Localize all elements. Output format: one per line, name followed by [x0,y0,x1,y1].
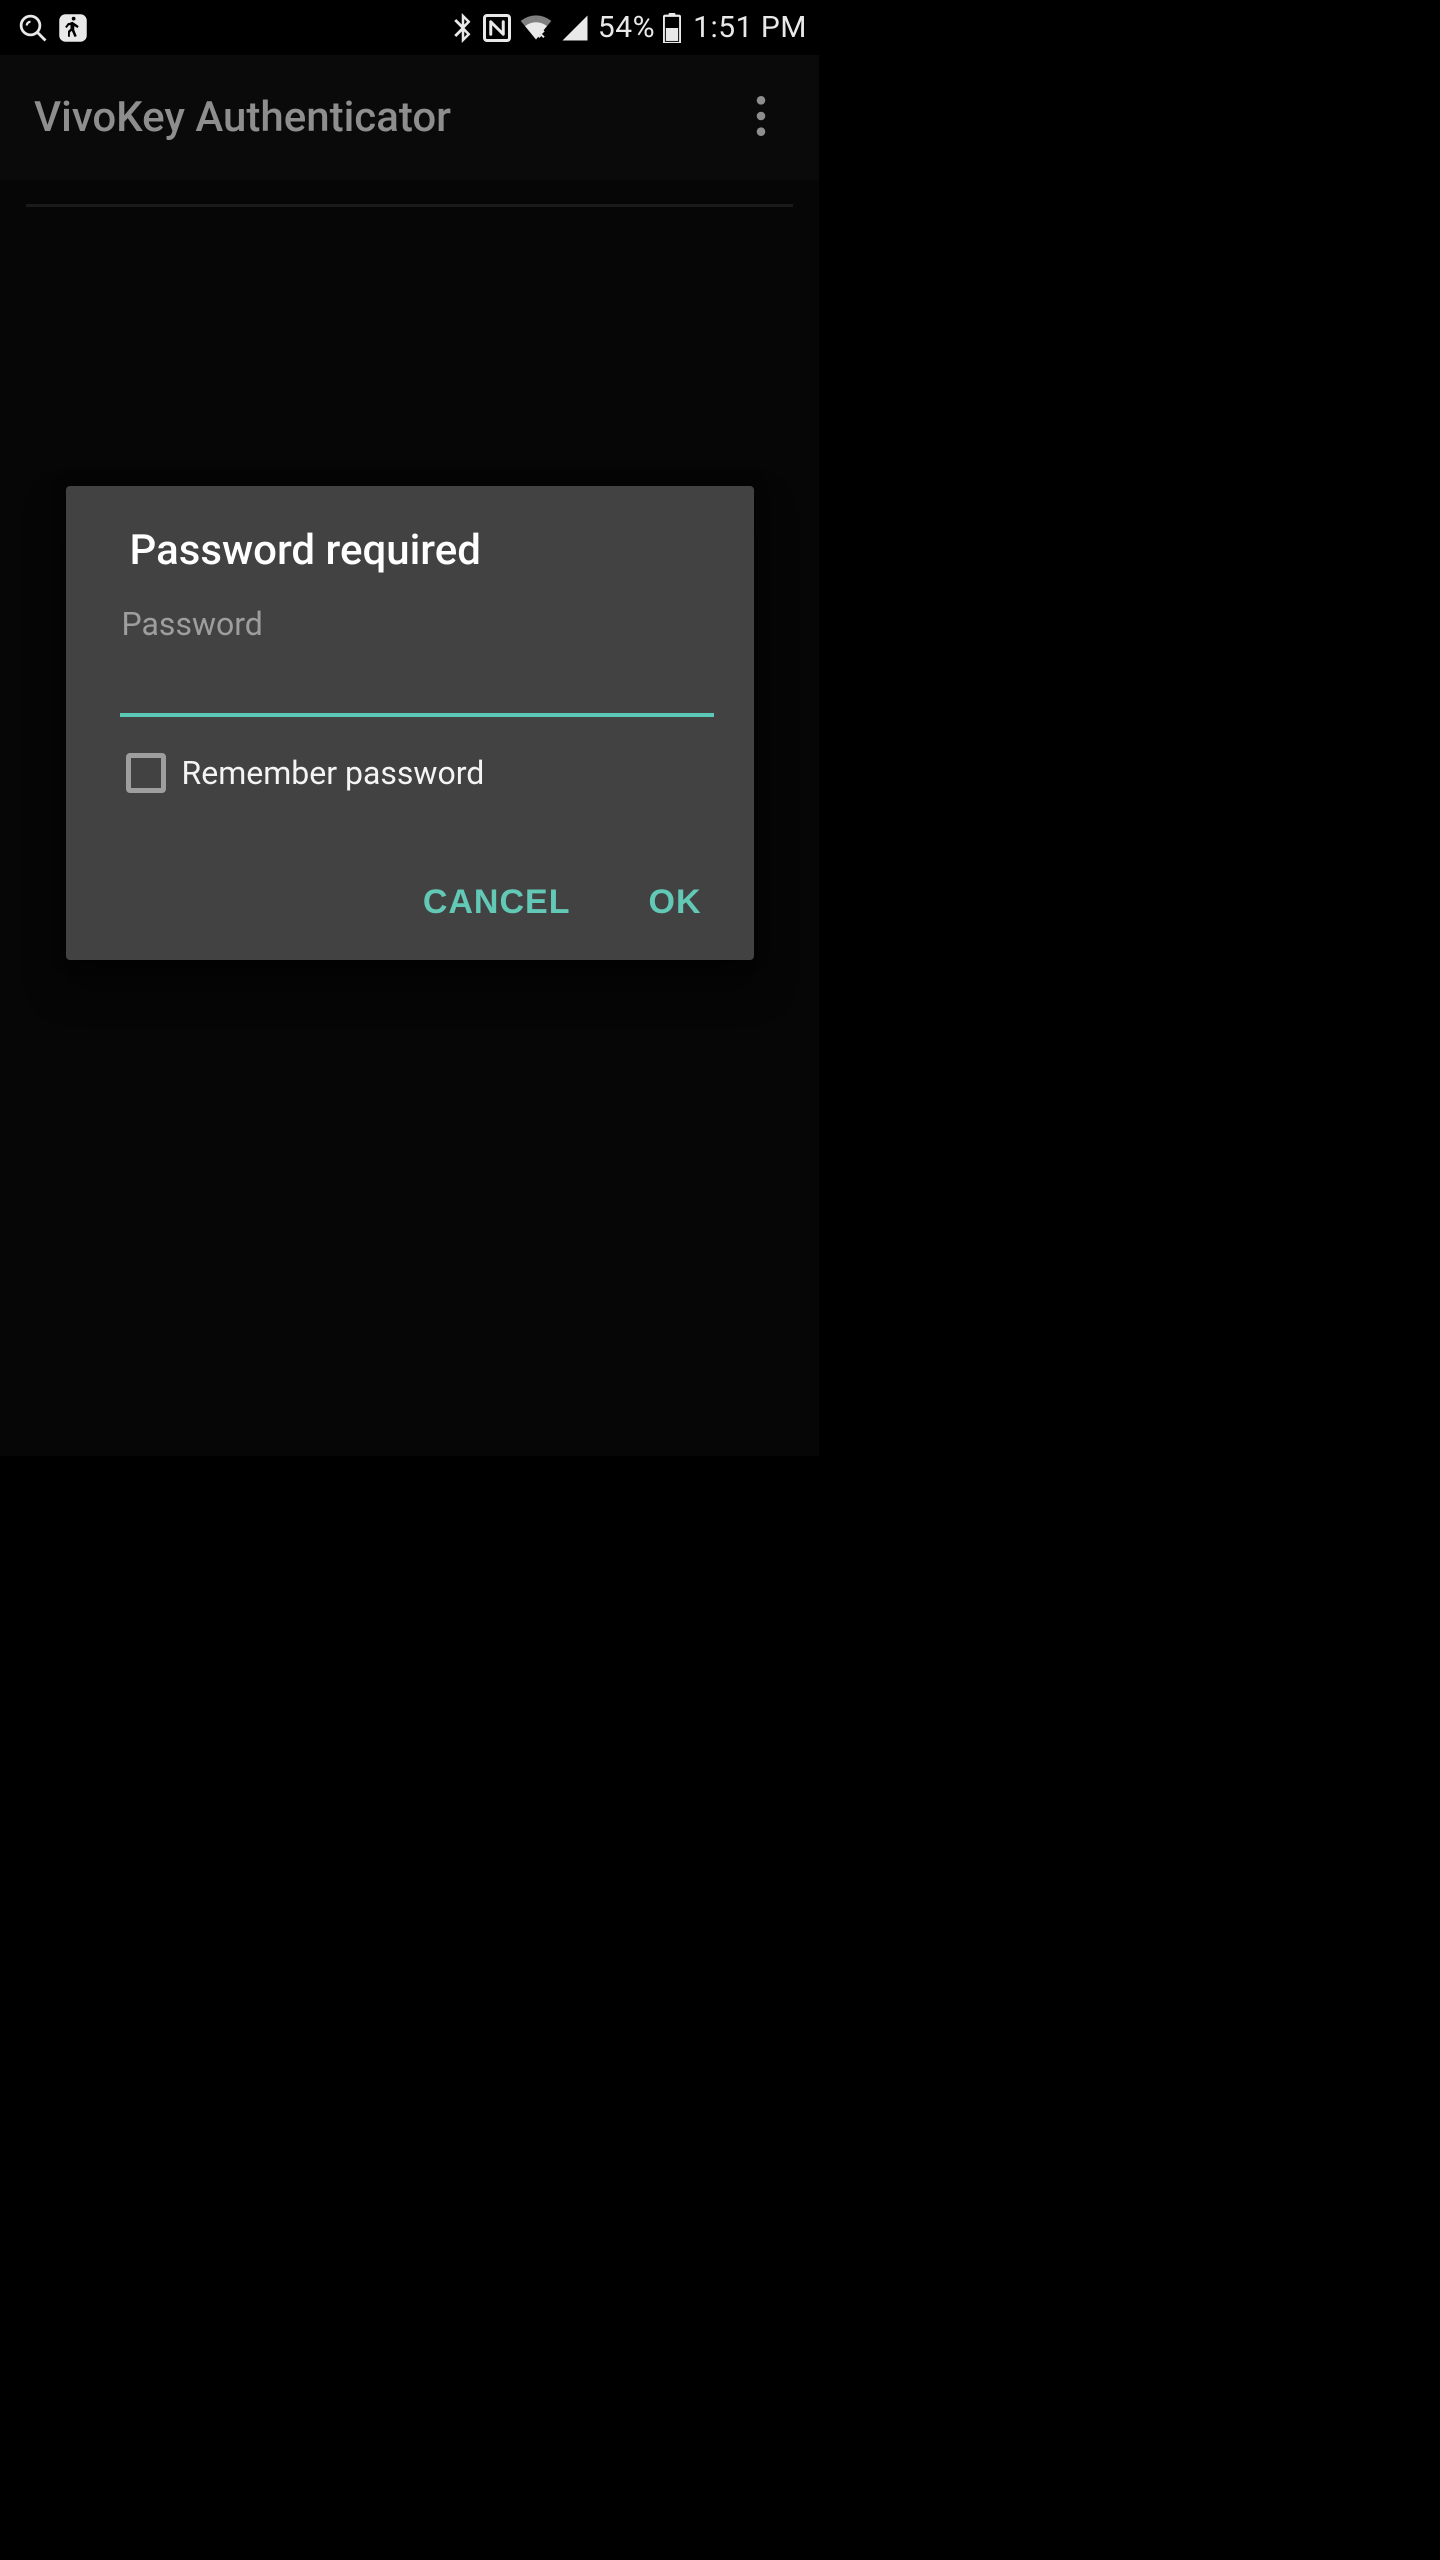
ok-button[interactable]: OK [649,883,702,922]
more-vert-icon [756,96,766,139]
password-input[interactable] [120,647,714,717]
status-bar-left [18,13,88,43]
overflow-menu-button[interactable] [737,94,785,142]
password-dialog: Password required Password Remember pass… [66,486,754,960]
app-bar: VivoKey Authenticator [0,55,819,180]
wifi-icon [520,13,552,43]
app-title: VivoKey Authenticator [34,93,451,142]
remember-password-label: Remember password [182,754,485,792]
modal-overlay: Password required Password Remember pass… [0,180,819,1456]
status-bar: 54% 1:51 PM [0,0,819,55]
battery-icon [663,13,681,43]
nfc-icon [482,13,512,43]
checkbox-icon[interactable] [126,753,166,793]
password-field-label: Password [112,605,708,643]
remember-password-row[interactable]: Remember password [126,753,708,793]
battery-percent-text: 54% [598,10,655,45]
bluetooth-icon [452,13,474,43]
cell-signal-icon [560,13,590,43]
dialog-title: Password required [112,526,708,605]
page-area: Password required Password Remember pass… [0,180,819,1456]
notification-search-icon [18,13,48,43]
cancel-button[interactable]: CANCEL [423,883,571,922]
running-app-icon [58,13,88,43]
clock-text: 1:51 PM [693,10,807,45]
status-bar-right: 54% 1:51 PM [452,10,807,45]
dialog-action-row: CANCEL OK [112,883,708,922]
